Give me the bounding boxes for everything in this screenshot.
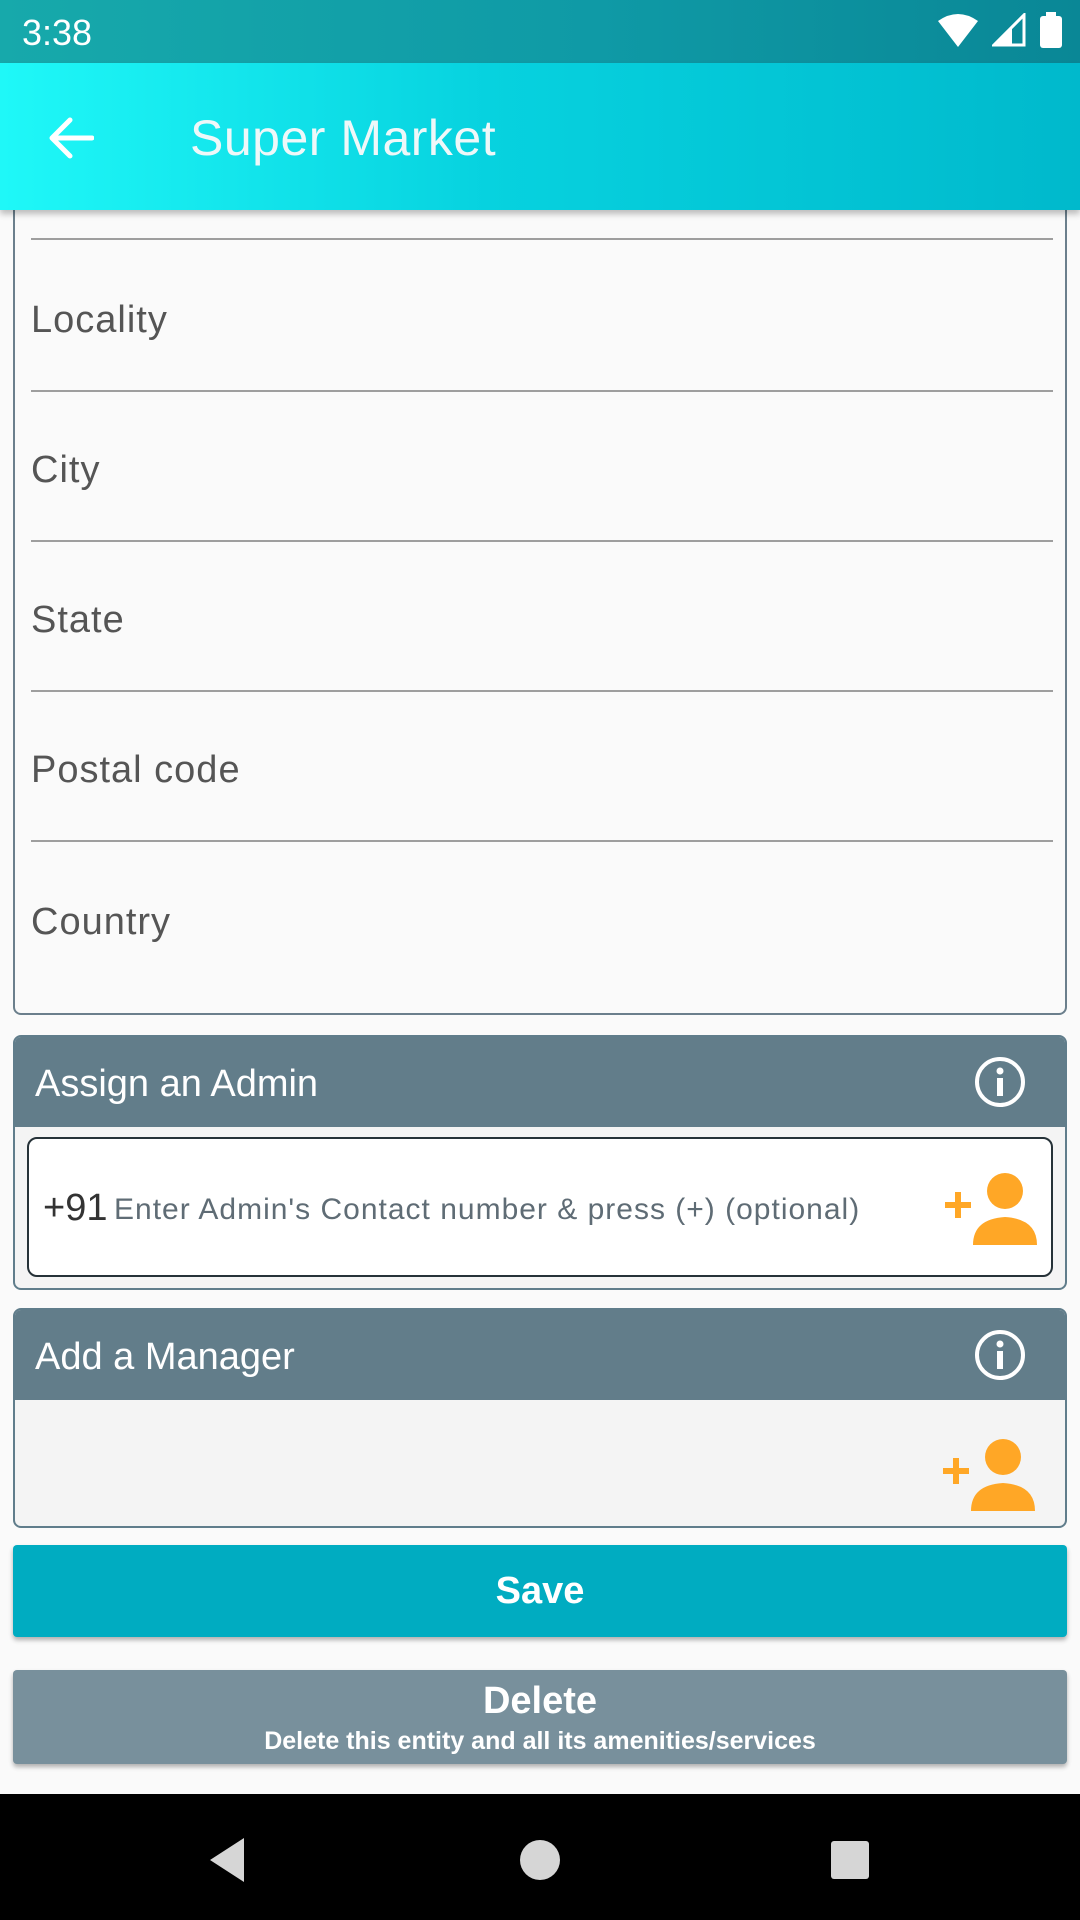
nav-recents-icon[interactable] [820, 1830, 880, 1890]
info-icon[interactable] [973, 1055, 1027, 1109]
info-icon[interactable] [973, 1328, 1027, 1382]
nav-back-icon[interactable] [200, 1830, 260, 1890]
assign-admin-section: Assign an Admin +91 Enter Admin's Contac… [13, 1035, 1067, 1290]
arrow-back-icon [49, 117, 94, 159]
state-field[interactable]: State [31, 542, 1053, 692]
status-bar: 3:38 [0, 0, 1080, 63]
status-time: 3:38 [22, 12, 93, 53]
add-person-icon[interactable] [943, 1169, 1043, 1249]
admin-phone-input[interactable]: +91 Enter Admin's Contact number & press… [27, 1137, 1053, 1277]
delete-button[interactable]: Delete Delete this entity and all its am… [13, 1670, 1067, 1764]
status-icons [938, 12, 1062, 48]
country-field[interactable]: Country [31, 842, 1053, 992]
add-manager-title: Add a Manager [35, 1336, 295, 1378]
nav-home-icon[interactable] [510, 1830, 570, 1890]
country-label: Country [31, 901, 172, 943]
city-field[interactable]: City [31, 392, 1053, 542]
state-label: State [31, 599, 125, 641]
app-bar: Super Market [0, 63, 1080, 210]
delete-subtitle: Delete this entity and all its amenities… [264, 1727, 816, 1755]
battery-icon [1040, 12, 1062, 48]
add-manager-header: Add a Manager [15, 1310, 1065, 1400]
save-button[interactable]: Save [13, 1545, 1067, 1637]
navigation-bar [0, 1794, 1080, 1920]
wifi-icon [938, 14, 978, 47]
locality-field[interactable]: Locality [31, 242, 1053, 392]
postal-code-label: Postal code [31, 749, 241, 791]
assign-admin-title: Assign an Admin [35, 1063, 319, 1105]
assign-admin-header: Assign an Admin [15, 1037, 1065, 1127]
page-title: Super Market [190, 110, 497, 166]
city-label: City [31, 449, 101, 491]
admin-phone-placeholder: Enter Admin's Contact number & press (+)… [114, 1193, 861, 1226]
add-person-icon[interactable] [941, 1435, 1041, 1515]
save-label: Save [495, 1570, 585, 1612]
locality-label: Locality [31, 299, 168, 341]
postal-code-field[interactable]: Postal code [31, 692, 1053, 842]
add-manager-section: Add a Manager [13, 1308, 1067, 1528]
back-button[interactable] [40, 108, 100, 168]
phone-prefix: +91 [43, 1187, 108, 1229]
signal-icon [992, 13, 1026, 47]
address-card: Locality City State Postal code Country [13, 190, 1067, 1015]
delete-label: Delete [482, 1680, 598, 1722]
